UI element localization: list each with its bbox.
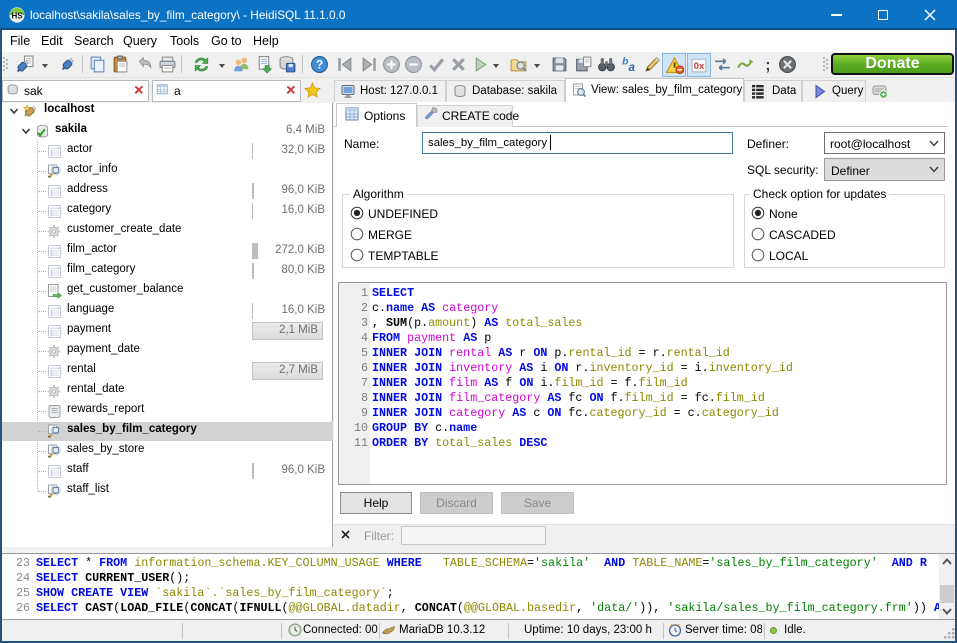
svg-text:0x: 0x bbox=[694, 61, 705, 72]
svg-text:HS: HS bbox=[11, 12, 23, 21]
svg-text:a: a bbox=[628, 61, 635, 74]
svg-text:;: ; bbox=[765, 57, 770, 74]
svg-text:?: ? bbox=[316, 59, 323, 72]
